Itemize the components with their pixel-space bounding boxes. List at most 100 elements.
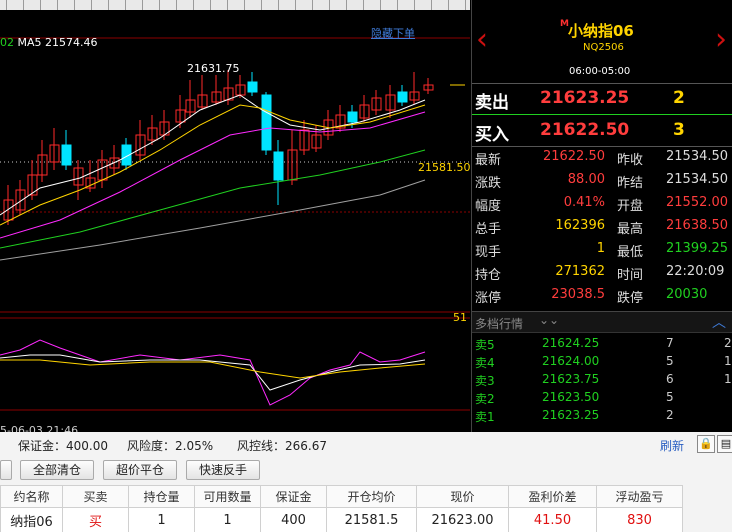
symbol-name: 小纳指06 <box>568 22 634 40</box>
toolbar-button[interactable] <box>125 0 139 10</box>
super-close-button[interactable]: 超价平仓 <box>103 460 177 480</box>
table-cell: 1 <box>194 507 261 532</box>
toolbar-button[interactable] <box>74 0 88 10</box>
column-header[interactable]: 约名称 <box>0 485 63 508</box>
column-header[interactable]: 浮动盈亏 <box>596 485 683 508</box>
table-cell: 21623.00 <box>416 507 509 532</box>
close-all-button[interactable]: 全部清仓 <box>20 460 94 480</box>
toolbar-button[interactable] <box>23 0 37 10</box>
depth-row[interactable]: 卖3 21623.75 6 1 <box>472 372 732 390</box>
column-header[interactable]: 开仓均价 <box>326 485 417 508</box>
column-header[interactable]: 保证金 <box>260 485 327 508</box>
column-header[interactable]: 买卖 <box>62 485 129 508</box>
divider <box>472 114 732 115</box>
toolbar-button[interactable] <box>448 0 462 10</box>
depth-header[interactable]: 多档行情 ⌄⌄ ︿ <box>472 311 732 333</box>
toolbar-button[interactable] <box>108 0 122 10</box>
depth-price: 21624.00 <box>542 354 600 368</box>
quote-label: 时间 <box>617 268 644 283</box>
toolbar-button[interactable] <box>329 0 343 10</box>
toolbar-button[interactable] <box>380 0 394 10</box>
settings-icon[interactable]: ▤ <box>717 435 732 453</box>
depth-extra: 2 <box>724 336 732 350</box>
quote-label: 最新 <box>475 153 502 168</box>
quote-label: 持仓 <box>475 268 502 283</box>
toolbar-button[interactable] <box>363 0 377 10</box>
toolbar-button[interactable] <box>159 0 173 10</box>
toolbar-button[interactable] <box>40 0 54 10</box>
next-symbol-arrow-icon[interactable]: › <box>715 25 727 55</box>
table-cell: 41.50 <box>508 507 597 532</box>
depth-row[interactable]: 卖5 21624.25 7 2 <box>472 336 732 354</box>
prev-symbol-arrow-icon[interactable]: ‹ <box>476 25 488 55</box>
hide-order-link[interactable]: 隐藏下单 <box>371 25 415 41</box>
depth-volume: 5 <box>666 354 674 368</box>
column-header[interactable]: 可用数量 <box>194 485 261 508</box>
quote-value: 271362 <box>555 264 605 279</box>
depth-price: 21624.25 <box>542 336 600 350</box>
toolbar-button[interactable] <box>176 0 190 10</box>
toolbar-button[interactable] <box>465 0 470 10</box>
kline-chart[interactable]: 02 MA5 21574.46 隐藏下单 21631.75 21581.50 5… <box>0 10 471 437</box>
quote-label: 幅度 <box>475 199 502 214</box>
volume-mark: 51 <box>453 311 467 324</box>
toolbar-button[interactable] <box>431 0 445 10</box>
collapse-chevron-up-icon[interactable]: ︿ <box>712 312 726 332</box>
lock-icon[interactable]: 🔒 <box>697 435 715 453</box>
table-row[interactable]: 纳指06 买 1 1 400 21581.5 21623.00 41.50 830 <box>0 507 683 532</box>
toolbar-button[interactable] <box>397 0 411 10</box>
toolbar-button[interactable] <box>414 0 428 10</box>
depth-row[interactable]: 卖2 21623.50 5 <box>472 390 732 408</box>
ma-prev-value: 02 <box>0 36 14 49</box>
hidden-button[interactable] <box>0 460 12 480</box>
action-buttons: 全部清仓 超价平仓 快速反手 <box>0 459 732 483</box>
toolbar-button[interactable] <box>278 0 292 10</box>
chart-toolbar <box>0 0 470 10</box>
quote-value: 22:20:09 <box>666 264 725 279</box>
trade-panel: 保证金：400.00 风险度：2.05% 风控线：266.67 刷新 🔒 ▤ 全… <box>0 432 732 532</box>
quote-value: 88.00 <box>567 172 605 187</box>
depth-volume: 5 <box>666 390 674 404</box>
quick-reverse-button[interactable]: 快速反手 <box>186 460 260 480</box>
toolbar-button[interactable] <box>57 0 71 10</box>
ask-row[interactable]: 卖出 21623.25 2 <box>472 85 732 115</box>
column-header[interactable]: 现价 <box>416 485 509 508</box>
candle-body <box>347 111 358 123</box>
toolbar-button[interactable] <box>6 0 20 10</box>
toolbar-button[interactable] <box>312 0 326 10</box>
quote-value: 21534.50 <box>666 149 729 164</box>
toolbar-button[interactable] <box>193 0 207 10</box>
column-header[interactable]: 持仓量 <box>128 485 195 508</box>
depth-row[interactable]: 卖1 21623.25 2 <box>472 408 732 426</box>
quote-value: 162396 <box>555 218 605 233</box>
double-chevron-down-icon[interactable]: ⌄⌄ <box>539 313 559 327</box>
bid-label: 买入 <box>475 125 509 145</box>
quote-value: 20030 <box>666 287 708 302</box>
refresh-link[interactable]: 刷新 <box>660 437 684 454</box>
quote-row: 最新 21622.50 昨收 21534.50 <box>472 149 732 172</box>
quote-value: 21638.50 <box>666 218 729 233</box>
column-header[interactable]: 盈利价差 <box>508 485 597 508</box>
toolbar-button[interactable] <box>346 0 360 10</box>
toolbar-button[interactable] <box>244 0 258 10</box>
depth-title: 多档行情 <box>475 317 524 331</box>
depth-row[interactable]: 卖4 21624.00 5 1 <box>472 354 732 372</box>
quote-label: 跌停 <box>617 291 644 306</box>
table-cell: 纳指06 <box>0 507 63 532</box>
candle-body <box>61 144 72 166</box>
quote-label: 昨结 <box>617 176 644 191</box>
toolbar-button[interactable] <box>227 0 241 10</box>
toolbar-button[interactable] <box>210 0 224 10</box>
bid-row[interactable]: 买入 21622.50 3 <box>472 117 732 147</box>
toolbar-button[interactable] <box>142 0 156 10</box>
depth-level: 卖4 <box>475 356 495 370</box>
ask-label: 卖出 <box>475 93 509 113</box>
symbol-code: NQ2506 <box>583 42 624 53</box>
quote-row: 涨停 23038.5 跌停 20030 <box>472 287 732 310</box>
quote-row: 总手 162396 最高 21638.50 <box>472 218 732 241</box>
depth-volume: 6 <box>666 372 674 386</box>
toolbar-button[interactable] <box>295 0 309 10</box>
depth-level: 卖5 <box>475 338 495 352</box>
toolbar-button[interactable] <box>91 0 105 10</box>
toolbar-button[interactable] <box>261 0 275 10</box>
